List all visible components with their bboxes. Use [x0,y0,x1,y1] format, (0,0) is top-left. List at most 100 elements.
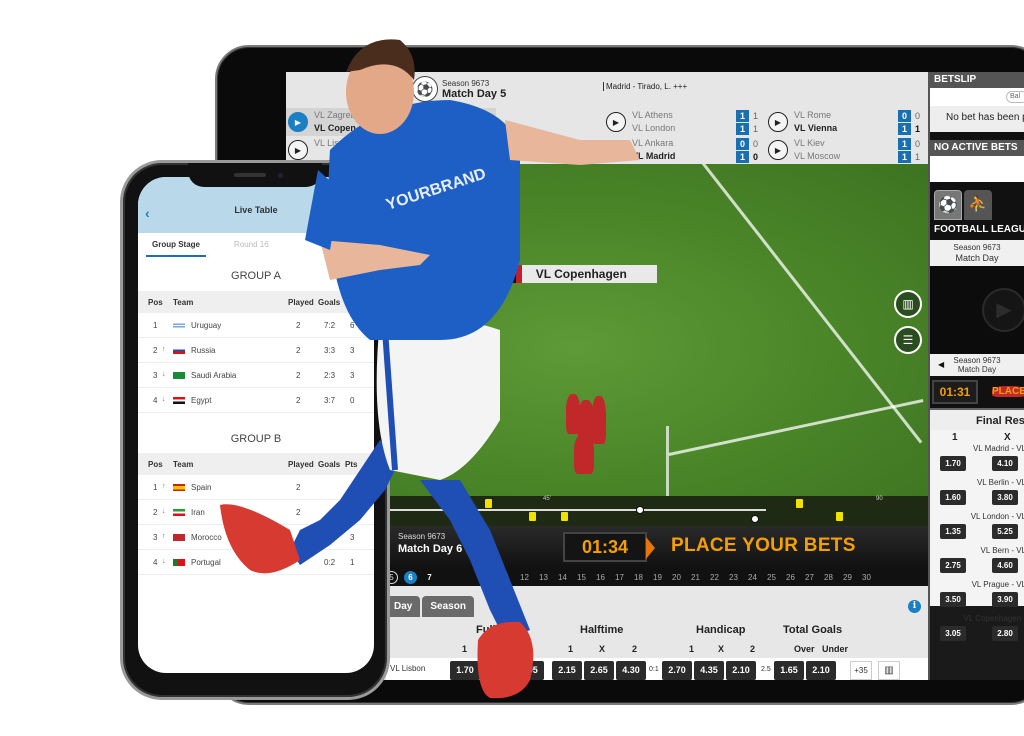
table-row[interactable]: 3 ↓ Saudi Arabia 2 2:3 3 [138,363,374,388]
tab-day[interactable]: Day [386,596,421,617]
bar-chart-icon[interactable]: ▥ [878,661,900,680]
play-icon[interactable]: ▶ [982,288,1024,332]
matchday-item[interactable]: 19 [648,573,667,582]
match-column: ▶ VL Rome VL Vienna 00 11 ▶ VL Kiev VL M… [766,108,928,164]
points: 3 [350,346,355,355]
matchday-item[interactable]: 13 [534,573,553,582]
odd-button[interactable]: 4.60 [992,558,1018,573]
trend-down-icon: ↓ [162,508,166,515]
odd-button[interactable] [482,661,512,680]
tab-group-stage[interactable]: Group Stage [152,240,200,249]
play-icon[interactable]: ▶ [768,140,788,160]
odd-button[interactable]: 3.90 [992,592,1018,607]
matchday-item[interactable]: 27 [800,573,819,582]
tab-round-16[interactable]: Round 16 [234,240,269,249]
matchday-item[interactable]: 10 [477,573,496,582]
matchday-item[interactable]: 23 [724,573,743,582]
match-item[interactable]: ▶ VL Ankara VL Madrid 00 10 [604,136,766,164]
bar-chart-icon[interactable]: ▥ [894,290,922,318]
play-icon[interactable]: ▶ [606,112,626,132]
odd-button[interactable]: 4.35 [694,661,724,680]
odd-button[interactable]: 3.80 [992,490,1018,505]
odd-button[interactable]: 2.10 [726,661,756,680]
position: 2 [153,508,158,517]
play-icon[interactable]: ▶ [288,112,308,132]
basketball-icon[interactable]: ⛹ [964,190,992,220]
football-icon[interactable]: ⚽ [934,190,962,220]
odd-button[interactable]: 2.65 [584,661,614,680]
matchday-item[interactable]: 12 [515,573,534,582]
tab-season[interactable]: Season [422,596,474,617]
table-row[interactable]: 2 ↓ Iran 2 [138,500,374,525]
list-icon[interactable]: ☰ [894,326,922,354]
away-score: 1 [736,150,749,163]
sidebar-place-bets: PLACE [992,386,1024,397]
odd-button[interactable]: 2.75 [940,558,966,573]
yellow-card-icon [529,512,536,521]
sidebar-video[interactable]: ▶ [930,266,1024,354]
live-ticker: Madrid - Tirado, L. +++ [603,82,687,91]
col-label: 1 [568,644,574,654]
home-team: VL Ankara [632,138,674,148]
table-row[interactable]: 2 ↑ Russia 2 3:3 3 [138,338,374,363]
away-ht: 1 [753,123,759,134]
play-icon[interactable]: ▶ [606,140,626,160]
odd-button[interactable]: 3.50 [940,592,966,607]
table-row[interactable]: 4 ↓ Portugal 0:2 1 [138,550,374,575]
matchday-item[interactable]: 22 [705,573,724,582]
sidebar-match-label: VL Bern - VL [980,546,1024,555]
matchday-item[interactable]: 20 [667,573,686,582]
odd-button[interactable]: 2.15 [552,661,582,680]
matchday-item[interactable]: 29 [838,573,857,582]
matchday-item-current[interactable]: 6 [404,570,417,584]
match-item[interactable]: ▶ VL Athens VL London 11 11 [604,108,766,136]
matchday-item[interactable]: 7 [420,573,439,582]
odd-button[interactable]: 4.30 [616,661,646,680]
flag-icon [173,509,185,516]
col-label: Over [794,644,815,654]
odd-button[interactable]: 1.70 [940,456,966,471]
odd-button[interactable]: 2.10 [806,661,836,680]
table-row[interactable]: 4 ↓ Egypt 2 3:7 0 [138,388,374,413]
matchday-item[interactable]: 30 [857,573,876,582]
celebrating-players [556,394,616,484]
matchday-item[interactable]: 15 [572,573,591,582]
odd-button[interactable]: 1.65 [774,661,804,680]
matchday-item[interactable]: 11 [496,573,515,582]
next-season-label: Season 9673 [398,532,446,541]
matchday-item[interactable]: 17 [610,573,629,582]
match-item[interactable]: ▶ VL Kiev VL Moscow 10 11 [766,136,928,164]
balance-toggle[interactable]: Bal [1006,91,1024,103]
odd-button[interactable]: 1.70 [450,661,480,680]
matchday-item[interactable]: 21 [686,573,705,582]
match-item[interactable]: ▶ VL Zagreb VL Copen 00 [286,108,496,136]
matchday-item[interactable]: 26 [781,573,800,582]
chevron-left-icon[interactable]: ◀ [938,360,944,369]
odd-button[interactable]: 3.95 [514,661,544,680]
odd-button[interactable]: 2.70 [662,661,692,680]
more-markets-button[interactable]: +35 [850,661,872,680]
odd-button[interactable]: 5.25 [992,524,1018,539]
info-icon[interactable]: i [908,600,921,613]
table-row[interactable]: 1 ↑ Spain 2 [138,475,374,500]
odd-button[interactable]: 4.10 [992,456,1018,471]
flag-icon [173,534,185,541]
odd-button[interactable]: 3.05 [940,626,966,641]
table-row[interactable]: 3 ↑ Morocco 3 [138,525,374,550]
score-overlay: 0:2 VL Copenhagen [478,265,657,283]
play-icon[interactable]: ▶ [288,140,308,160]
odd-button[interactable]: 2.80 [992,626,1018,641]
matchday-item[interactable]: 28 [819,573,838,582]
table-row[interactable]: 1 Uruguay 2 7:2 6 [138,313,374,338]
odd-button[interactable]: 1.60 [940,490,966,505]
matchday-item[interactable]: 16 [591,573,610,582]
match-item[interactable]: ▶ VL Rome VL Vienna 00 11 [766,108,928,136]
matchday-item[interactable]: 18 [629,573,648,582]
matchday-item[interactable]: 25 [762,573,781,582]
play-icon[interactable]: ▶ [768,112,788,132]
football-player-icon: ⚽ [412,76,438,102]
away-team: VL Vienna [794,123,838,133]
matchday-item[interactable]: 14 [553,573,572,582]
matchday-item[interactable]: 24 [743,573,762,582]
odd-button[interactable]: 1.35 [940,524,966,539]
